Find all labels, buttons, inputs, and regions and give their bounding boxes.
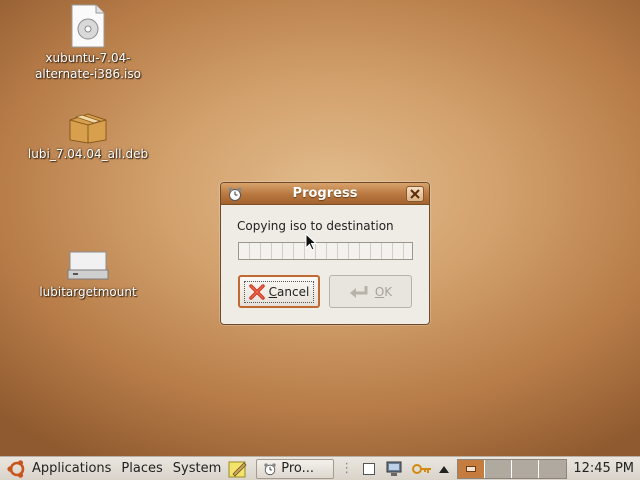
sticky-note-icon: [228, 461, 247, 477]
show-desktop-button[interactable]: [359, 457, 379, 480]
panel-separator: ⋮: [340, 461, 354, 476]
desktop-icon-lubi-deb[interactable]: lubi_7.04.04_all.deb: [18, 110, 158, 162]
panel-clock[interactable]: 12:45 PM: [573, 461, 640, 476]
desktop-icon-label: lubitargetmount: [39, 285, 137, 299]
desktop-icon-lubitargetmount[interactable]: lubitargetmount: [18, 248, 158, 300]
desktop-icon-xubuntu-iso[interactable]: xubuntu-7.04- alternate-i386.iso: [18, 4, 158, 82]
workspace-3[interactable]: [512, 459, 540, 478]
places-menu[interactable]: Places: [116, 457, 167, 480]
desktop-icon-label: lubi_7.04.04_all.deb: [27, 147, 149, 161]
ok-label: OK: [374, 284, 393, 299]
applications-menu[interactable]: Applications: [0, 457, 116, 480]
network-computer-icon: [386, 461, 402, 476]
keys-icon: [412, 463, 432, 474]
taskbar-window-label: Pro...: [281, 461, 315, 476]
progress-dialog: Progress Copying iso to destination Canc…: [220, 182, 430, 325]
progress-bar: [238, 242, 413, 260]
taskbar-progress-window[interactable]: Pro...: [256, 458, 335, 479]
desktop-icon-label: alternate-i386.iso: [35, 67, 141, 81]
dialog-titlebar[interactable]: Progress: [221, 183, 429, 205]
ok-button[interactable]: OK: [329, 275, 412, 308]
notification-arrow[interactable]: [435, 457, 453, 480]
workspace-4[interactable]: [539, 459, 567, 478]
workspace-1[interactable]: [458, 459, 486, 478]
alarm-clock-icon: [264, 462, 276, 475]
system-menu[interactable]: System: [168, 457, 226, 480]
cancel-button[interactable]: Cancel: [238, 275, 320, 308]
network-status[interactable]: [379, 457, 409, 480]
cd-disc-file-icon: [71, 4, 105, 48]
notes-launcher[interactable]: [226, 457, 250, 480]
applications-label: Applications: [32, 461, 112, 476]
arrow-up-icon: [439, 465, 450, 473]
desktop-icon-label: xubuntu-7.04-: [45, 51, 131, 65]
workspace-switcher[interactable]: [457, 458, 568, 479]
drive-icon: [67, 251, 109, 280]
close-button[interactable]: [406, 186, 424, 202]
ubuntu-logo-icon: [7, 459, 25, 478]
dialog-title: Progress: [292, 186, 358, 201]
ok-return-icon: [349, 285, 368, 298]
update-notifier[interactable]: [409, 457, 435, 480]
workspace-2[interactable]: [485, 459, 513, 478]
cancel-x-icon: [248, 283, 265, 300]
progress-message: Copying iso to destination: [237, 219, 394, 233]
window-icon: [363, 462, 376, 475]
mouse-cursor-icon: [305, 233, 317, 251]
package-box-icon: [69, 113, 107, 144]
window-preview-icon: [466, 465, 477, 472]
cancel-label: Cancel: [268, 284, 310, 299]
close-icon: [410, 189, 420, 199]
bottom-panel: Applications Places System Pro... ⋮ 12:4…: [0, 456, 640, 480]
